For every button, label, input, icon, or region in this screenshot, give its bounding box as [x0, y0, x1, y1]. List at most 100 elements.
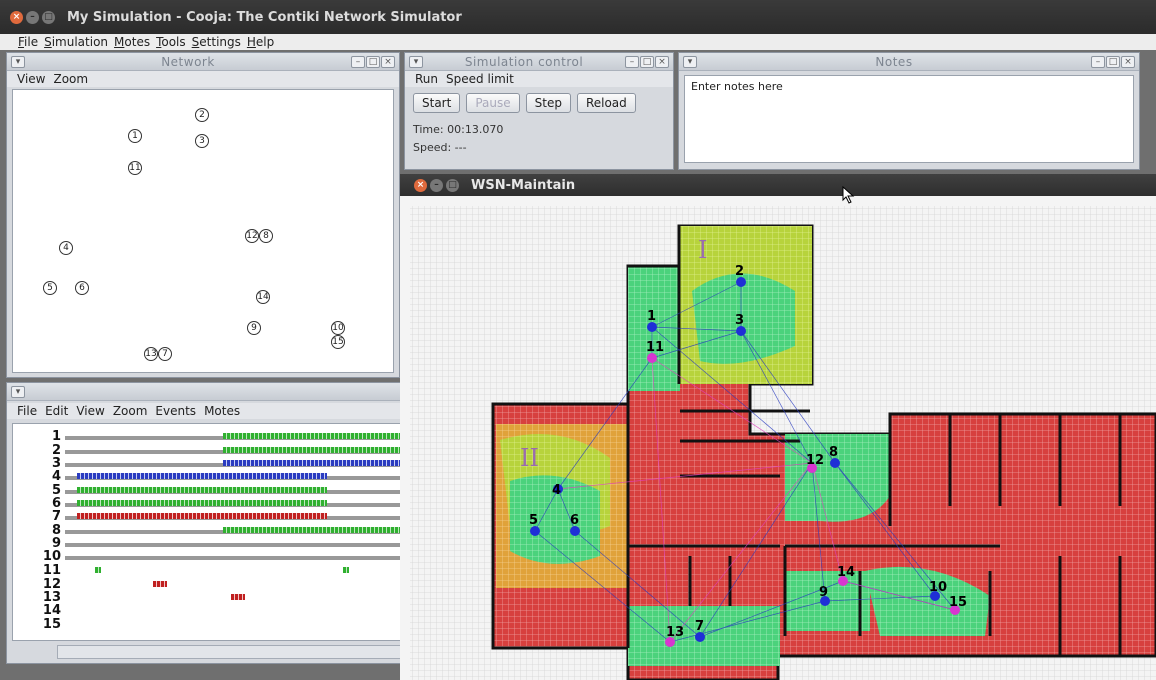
minimize-icon[interactable]: – — [625, 55, 639, 68]
main-menubar: File Simulation Motes Tools Settings Hel… — [0, 34, 1156, 50]
timeline-menu-edit[interactable]: Edit — [45, 404, 68, 418]
node-label: 13 — [666, 625, 684, 640]
timeline-row: 5 — [13, 484, 402, 498]
maximize-icon[interactable]: □ — [446, 178, 459, 192]
mote-4[interactable]: 4 — [59, 241, 73, 255]
timeline-row: 7 — [13, 510, 402, 524]
step-button[interactable]: Step — [525, 93, 571, 113]
simulation-control-window: ▾ Simulation control – □ × Run Speed lim… — [404, 52, 674, 170]
mouse-cursor-icon — [842, 186, 855, 204]
node-label: 12 — [806, 453, 824, 468]
menu-simulation[interactable]: Simulation — [44, 35, 108, 49]
network-title: Network — [161, 54, 215, 69]
menu-dropdown-icon[interactable]: ▾ — [409, 55, 423, 68]
app-title: My Simulation - Cooja: The Contiki Netwo… — [67, 9, 462, 25]
wsn-map[interactable]: I II 2 1 3 11 8 12 4 5 6 14 10 9 15 13 7 — [400, 196, 1156, 680]
mote-9[interactable]: 9 — [247, 321, 261, 335]
maximize-icon[interactable]: □ — [366, 55, 380, 68]
node-label: 8 — [829, 445, 838, 460]
timeline-menu-file[interactable]: File — [17, 404, 37, 418]
mote-11[interactable]: 11 — [128, 161, 142, 175]
timeline-menu-zoom[interactable]: Zoom — [113, 404, 148, 418]
timeline-row: 13 — [13, 591, 402, 605]
mote-5[interactable]: 5 — [43, 281, 57, 295]
timeline-row: 6 — [13, 497, 402, 511]
reload-button[interactable]: Reload — [576, 93, 636, 113]
simctl-menu-speed-limit[interactable]: Speed limit — [446, 72, 514, 86]
region-label-ii: II — [520, 444, 539, 472]
mote-15[interactable]: 15 — [331, 335, 345, 349]
network-menu-zoom[interactable]: Zoom — [53, 72, 88, 86]
minimize-icon[interactable]: – — [1091, 55, 1105, 68]
node-label: 15 — [949, 595, 967, 610]
mote-3[interactable]: 3 — [195, 134, 209, 148]
maximize-icon[interactable]: □ — [640, 55, 654, 68]
timeline-row: 14 — [42, 603, 61, 618]
close-icon[interactable]: × — [655, 55, 669, 68]
simctl-menu-run[interactable]: Run — [415, 72, 438, 86]
wsn-title: WSN-Maintain — [471, 177, 576, 193]
close-icon[interactable]: × — [381, 55, 395, 68]
timeline-row: 1 — [13, 430, 402, 444]
timeline-row: 4 — [13, 470, 402, 484]
wsn-floorplan: I II 2 1 3 11 8 12 4 5 6 14 10 9 15 13 7 — [410, 206, 1156, 680]
sim-speed: Speed: --- — [413, 141, 467, 154]
menu-dropdown-icon[interactable]: ▾ — [11, 385, 25, 398]
close-icon[interactable]: × — [414, 178, 427, 192]
timeline-menu-motes[interactable]: Motes — [204, 404, 240, 418]
minimize-icon[interactable]: – — [26, 10, 39, 24]
node-label: 5 — [529, 513, 538, 528]
timeline-row: 15 — [42, 617, 61, 632]
node-label: 9 — [819, 585, 828, 600]
timeline-menu-view[interactable]: View — [76, 404, 104, 418]
pause-button[interactable]: Pause — [466, 93, 520, 113]
mote-1[interactable]: 1 — [128, 129, 142, 143]
node-label: 7 — [695, 619, 704, 634]
node-label: 10 — [929, 580, 947, 595]
minimize-icon[interactable]: – — [351, 55, 365, 68]
timeline-row: 2 — [13, 444, 402, 458]
desktop-area: ▾ Network – □ × View Zoom 1 2 3 11 4 12 … — [0, 50, 1156, 680]
simctl-title: Simulation control — [464, 54, 584, 69]
node-label: 2 — [735, 264, 744, 279]
start-button[interactable]: Start — [413, 93, 461, 113]
node-label: 11 — [646, 340, 664, 355]
network-menu-view[interactable]: View — [17, 72, 45, 86]
timeline-row: 11 — [13, 564, 402, 578]
menu-file[interactable]: File — [18, 35, 38, 49]
node-label: 3 — [735, 313, 744, 328]
timeline-row: 8 — [13, 524, 402, 538]
mote-8[interactable]: 8 — [259, 229, 273, 243]
mote-6[interactable]: 6 — [75, 281, 89, 295]
minimize-icon[interactable]: – — [430, 178, 443, 192]
mote-12[interactable]: 12 — [245, 229, 259, 243]
menu-dropdown-icon[interactable]: ▾ — [11, 55, 25, 68]
timeline-menu-events[interactable]: Events — [155, 404, 196, 418]
node-label: 14 — [837, 565, 855, 580]
timeline-canvas[interactable]: 1 2 3 4 5 6 7 8 9 10 11 12 13 14 15 — [12, 423, 403, 641]
timeline-scrollbar[interactable] — [57, 645, 403, 659]
mote-14[interactable]: 14 — [256, 290, 270, 304]
maximize-icon[interactable]: □ — [1106, 55, 1120, 68]
timeline-row: 10 — [13, 550, 402, 564]
menu-dropdown-icon[interactable]: ▾ — [683, 55, 697, 68]
timeline-row: 9 — [13, 537, 402, 551]
menu-help[interactable]: Help — [247, 35, 274, 49]
close-icon[interactable]: × — [1121, 55, 1135, 68]
menu-motes[interactable]: Motes — [114, 35, 150, 49]
notes-textarea[interactable]: Enter notes here — [684, 75, 1134, 163]
mote-2[interactable]: 2 — [195, 108, 209, 122]
mote-10[interactable]: 10 — [331, 321, 345, 335]
menu-tools[interactable]: Tools — [156, 35, 186, 49]
menu-settings[interactable]: Settings — [192, 35, 241, 49]
timeline-row: 3 — [13, 457, 402, 471]
mote-13[interactable]: 13 — [144, 347, 158, 361]
wsn-maintain-window: × – □ WSN-Maintain I II 2 1 3 11 8 12 4 … — [400, 174, 1156, 680]
notes-title: Notes — [875, 54, 913, 69]
maximize-icon[interactable]: □ — [42, 10, 55, 24]
network-window: ▾ Network – □ × View Zoom 1 2 3 11 4 12 … — [6, 52, 400, 378]
mote-7[interactable]: 7 — [158, 347, 172, 361]
network-canvas[interactable]: 1 2 3 11 4 12 8 5 6 14 9 10 15 13 7 — [12, 89, 394, 373]
close-icon[interactable]: × — [10, 10, 23, 24]
timeline-window: ▾ File Edit View Zoom Events Motes 1 2 3… — [6, 382, 404, 664]
